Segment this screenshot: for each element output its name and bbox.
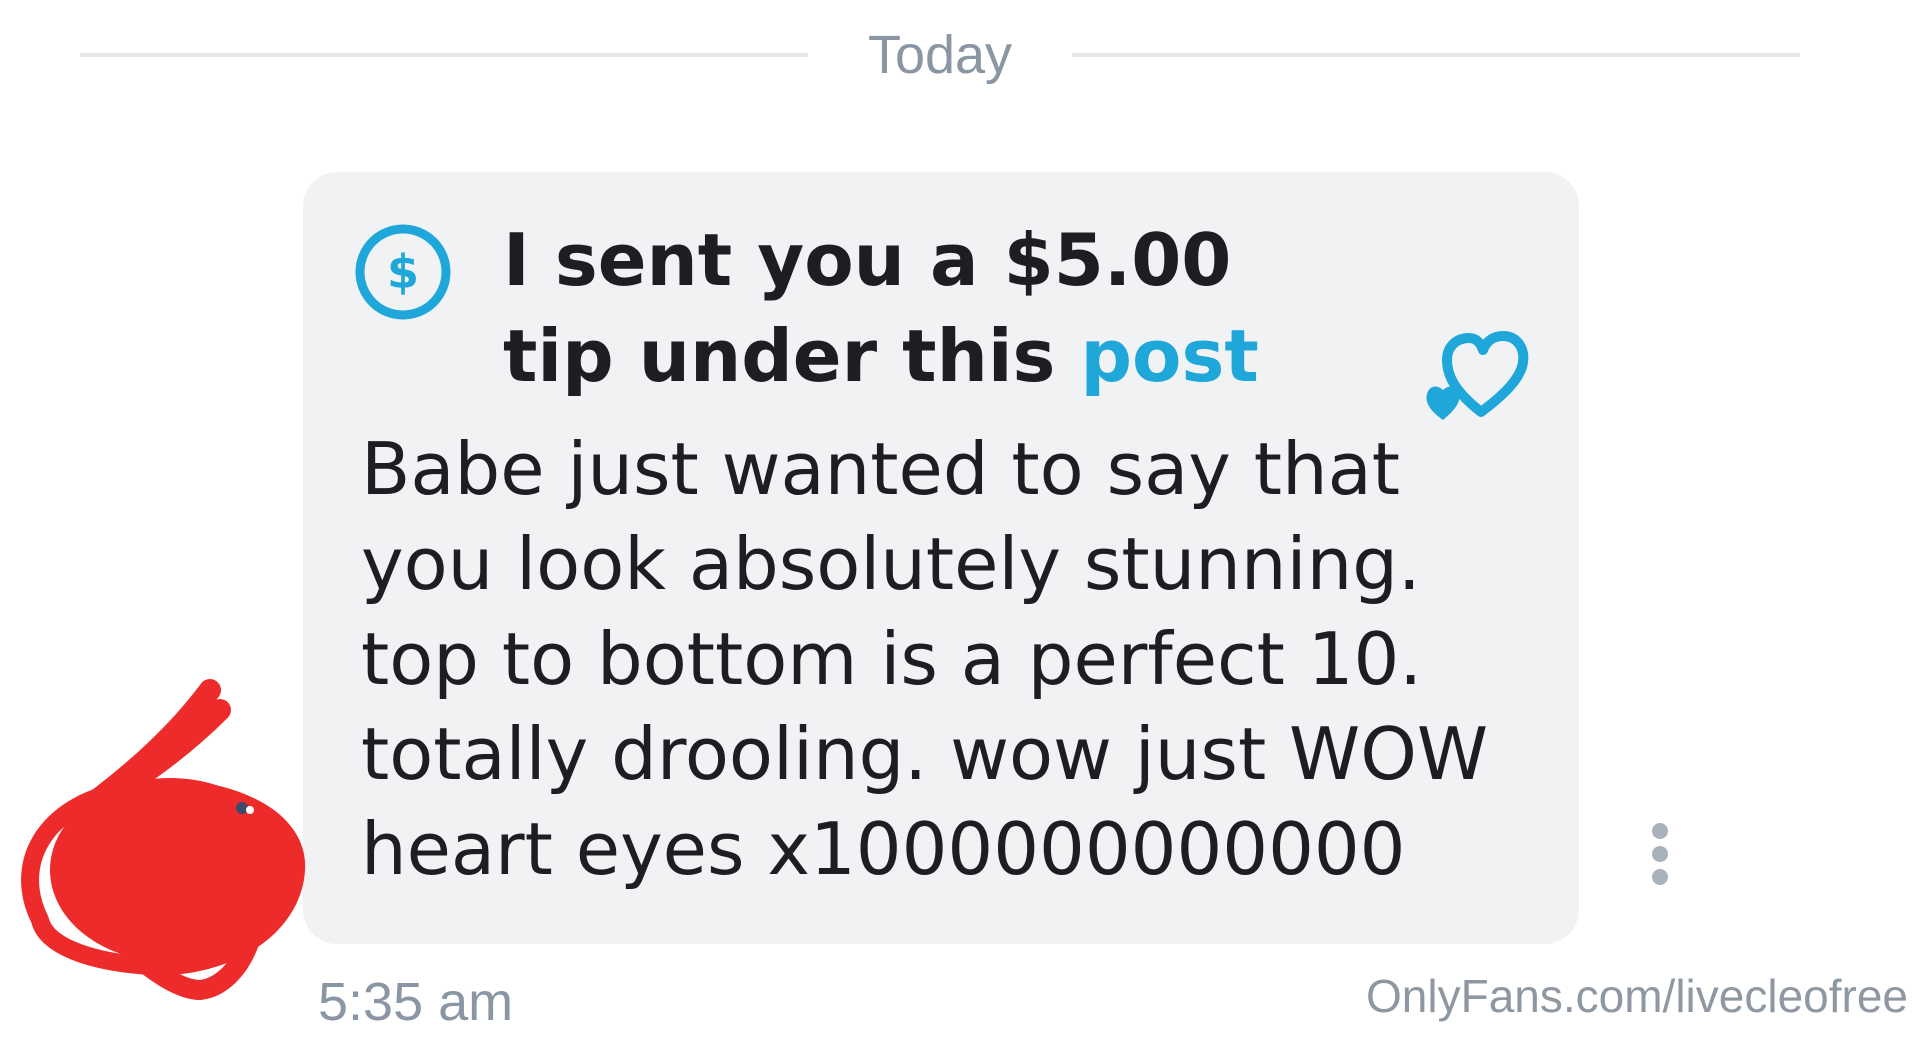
message-text: Babe just wanted to say that you look ab… — [361, 427, 1489, 891]
date-separator: Today — [80, 20, 1801, 90]
message-time: 5:35 am — [318, 972, 514, 1032]
date-separator-line-left — [80, 53, 808, 57]
watermark: OnlyFans.com/livecleofree — [1366, 970, 1908, 1022]
post-link[interactable]: post — [1080, 314, 1258, 398]
vertical-dots-icon — [1652, 846, 1668, 862]
heart-outline-icon[interactable] — [1423, 322, 1535, 422]
date-separator-label: Today — [867, 25, 1013, 85]
date-separator-line-right — [1072, 53, 1801, 57]
svg-text:$: $ — [387, 245, 419, 299]
dollar-circle-icon: $ — [355, 224, 451, 320]
vertical-dots-icon — [1652, 823, 1668, 839]
more-options-button[interactable] — [1645, 823, 1675, 885]
message-bubble: $ I sent you a $5.00 tip under this post… — [303, 172, 1579, 944]
tip-notice: I sent you a $5.00 tip under this post — [503, 212, 1363, 404]
avatar[interactable] — [10, 670, 310, 1000]
vertical-dots-icon — [1652, 869, 1668, 885]
